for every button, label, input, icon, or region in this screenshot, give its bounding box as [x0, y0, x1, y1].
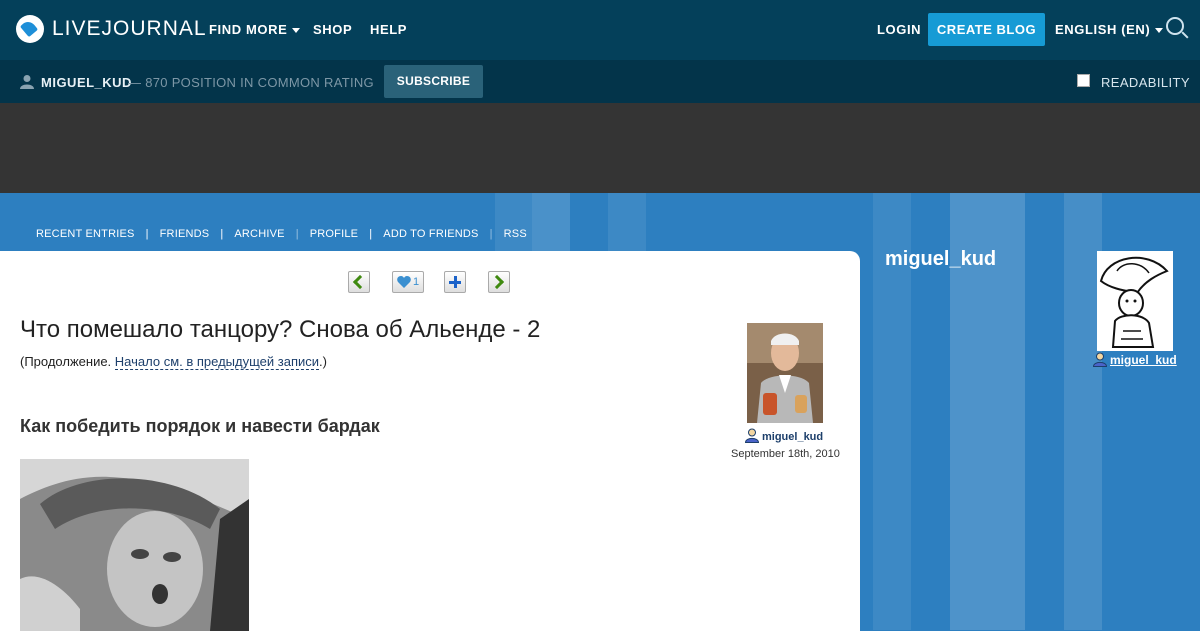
chevron-down-icon [1155, 28, 1164, 34]
rating-text: — 870 POSITION IN COMMON RATING [128, 75, 374, 90]
livejournal-logo[interactable]: LIVEJOURNAL [16, 15, 207, 43]
blog-navigation: RECENT ENTRIES | FRIENDS | ARCHIVE | PROFILE | A… [36, 228, 527, 240]
painting-fragment-image [20, 459, 249, 631]
author-photo [747, 323, 823, 423]
nav-rss[interactable]: RSS [504, 228, 527, 240]
author-userpic[interactable] [747, 323, 823, 423]
entry-intro: (Продолжение. Начало см. в предыдущей за… [20, 354, 327, 370]
journal-username[interactable]: MIGUEL_KUD [41, 75, 132, 90]
previous-entry-button[interactable] [348, 271, 370, 293]
livejournal-logo-icon [16, 15, 44, 43]
search-icon[interactable] [1166, 17, 1184, 35]
next-entry-button[interactable] [488, 271, 510, 293]
journal-title[interactable]: miguel_kud [885, 248, 996, 271]
create-blog-button[interactable]: CREATE BLOG [928, 13, 1045, 46]
previous-entry-link[interactable]: Начало см. в предыдущей записи [114, 354, 320, 370]
login-link[interactable]: LOGIN [877, 22, 921, 37]
add-memory-button[interactable] [444, 271, 466, 293]
entry-date: September 18th, 2010 [731, 448, 840, 460]
user-icon [745, 428, 759, 443]
readability-label[interactable]: READABILITY [1101, 75, 1190, 90]
entry-card: 1 Что помешало танцору? Снова об Альенде… [0, 251, 860, 631]
nav-profile[interactable]: PROFILE [310, 228, 358, 240]
journal-avatar-drawing [1097, 251, 1173, 351]
nav-archive[interactable]: ARCHIVE [234, 228, 284, 240]
entry-image[interactable] [20, 459, 249, 631]
readability-checkbox[interactable] [1077, 74, 1090, 87]
user-icon [1093, 352, 1107, 367]
language-selector[interactable]: ENGLISH (EN) [1055, 22, 1164, 37]
nav-add-to-friends[interactable]: ADD TO FRIENDS [383, 228, 478, 240]
like-button[interactable]: 1 [392, 271, 424, 293]
logo-text: LIVEJOURNAL [52, 17, 207, 40]
journal-owner-bar: MIGUEL_KUD — 870 POSITION IN COMMON RATI… [0, 60, 1200, 103]
author-link[interactable]: miguel_kud [745, 428, 823, 443]
ad-banner-area [0, 103, 1200, 193]
nav-find-more[interactable]: FIND MORE [209, 22, 301, 37]
heart-icon [397, 276, 411, 288]
journal-userpic[interactable] [1097, 251, 1173, 351]
entry-title: Что помешало танцору? Снова об Альенде -… [20, 316, 541, 343]
nav-friends[interactable]: FRIENDS [160, 228, 210, 240]
subscribe-button[interactable]: SUBSCRIBE [384, 65, 483, 98]
like-count: 1 [413, 276, 420, 288]
nav-recent-entries[interactable]: RECENT ENTRIES [36, 228, 135, 240]
nav-help[interactable]: HELP [370, 22, 407, 37]
chevron-down-icon [292, 28, 301, 34]
entry-subheading: Как победить порядок и навести бардак [20, 416, 380, 436]
top-navigation-bar: LIVEJOURNAL FIND MORE SHOP HELP LOGIN CR… [0, 0, 1200, 60]
nav-shop[interactable]: SHOP [313, 22, 352, 37]
user-icon [20, 75, 34, 89]
journal-user-link[interactable]: miguel_kud [1093, 352, 1177, 367]
